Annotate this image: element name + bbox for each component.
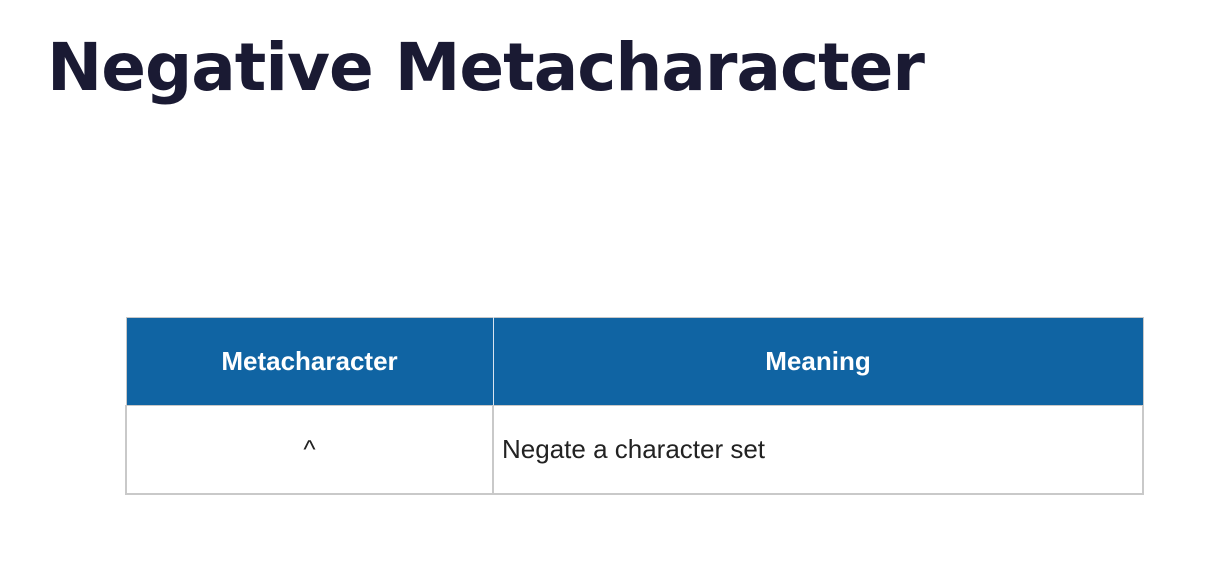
meaning-cell: Negate a character set — [492, 405, 1144, 495]
slide: Negative Metacharacter Metacharacter Mea… — [0, 0, 1211, 568]
table-row: ^ Negate a character set — [125, 405, 1144, 495]
metacharacter-table: Metacharacter Meaning ^ Negate a charact… — [125, 317, 1144, 495]
metacharacter-cell: ^ — [125, 405, 494, 495]
column-header-metacharacter: Metacharacter — [125, 317, 494, 406]
column-header-meaning: Meaning — [492, 317, 1144, 406]
table-header-row: Metacharacter Meaning — [125, 317, 1144, 406]
slide-title: Negative Metacharacter — [47, 29, 925, 106]
